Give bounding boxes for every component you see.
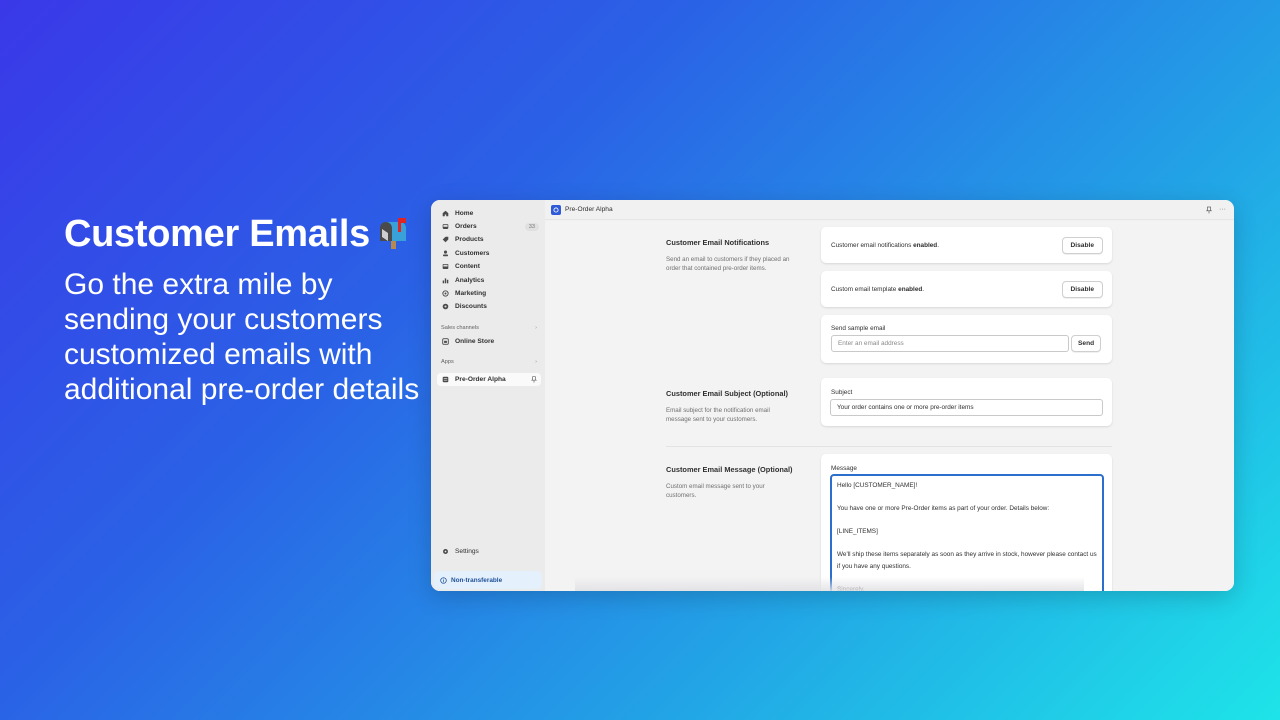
sidebar-item-products[interactable]: Products <box>437 233 541 246</box>
sidebar-item-analytics[interactable]: Analytics <box>437 274 541 287</box>
non-transferable-label: Non-transferable <box>451 576 503 584</box>
message-card: Message Hello [CUSTOMER_NAME]! You have … <box>821 454 1112 591</box>
sidebar-item-settings[interactable]: Settings <box>437 545 541 558</box>
sample-email-label: Send sample email <box>831 325 886 332</box>
sidebar-item-customers[interactable]: Customers <box>437 247 541 260</box>
non-transferable-banner[interactable]: Non-transferable <box>434 571 542 589</box>
subject-section-description: Email subject for the notification email… <box>666 407 770 423</box>
status-prefix: Customer email notifications <box>831 241 912 249</box>
message-label: Message <box>831 465 857 472</box>
main-area: Pre-Order Alpha ··· Customer Email Notif… <box>545 200 1234 591</box>
notifications-section-description: Send an email to customers if they place… <box>666 256 790 272</box>
tag-icon <box>441 236 449 244</box>
sidebar-item-label: Marketing <box>455 290 487 297</box>
sidebar-item-label: Customers <box>455 250 490 257</box>
message-section-description: Custom email message sent to your custom… <box>666 483 765 499</box>
sidebar-item-label: Analytics <box>455 277 485 284</box>
sales-channels-label: Sales channels <box>441 325 479 331</box>
notifications-status-text: Customer email notifications enabled. <box>831 241 939 249</box>
template-prefix: Custom email template <box>831 285 897 293</box>
sidebar-item-label: Content <box>455 263 480 270</box>
notifications-section-title: Customer Email Notifications <box>666 238 770 247</box>
more-options-icon[interactable]: ··· <box>1219 206 1226 213</box>
sample-email-card: Send sample email Enter an email address… <box>821 315 1112 363</box>
bar-chart-icon <box>441 277 449 285</box>
apps-label: Apps <box>441 359 454 365</box>
sample-email-input[interactable]: Enter an email address <box>831 335 1069 352</box>
sidebar-item-content[interactable]: Content <box>437 260 541 273</box>
mailbox-icon <box>376 216 410 250</box>
sidebar-item-label: Pre-Order Alpha <box>455 376 506 383</box>
app-logo-icon <box>551 204 561 215</box>
disable-notifications-button[interactable]: Disable <box>1061 236 1103 254</box>
chevron-right-icon: › <box>535 325 537 331</box>
disable-template-button[interactable]: Disable <box>1061 280 1103 298</box>
hero-description: Go the extra mile by sending your custom… <box>64 268 420 406</box>
message-section-title: Customer Email Message (Optional) <box>666 465 793 474</box>
sidebar-item-pre-order-alpha[interactable]: Pre-Order Alpha <box>437 373 541 386</box>
section-divider <box>666 446 1112 447</box>
pin-icon[interactable] <box>531 376 537 383</box>
sidebar: Home Orders 33 Products Customers Conten… <box>431 200 545 591</box>
app-topbar: Pre-Order Alpha ··· <box>545 200 1234 220</box>
settings-content: Customer Email Notifications Send an ema… <box>545 221 1234 591</box>
template-status-card: Custom email template enabled. Disable <box>821 271 1112 307</box>
sidebar-item-label: Products <box>455 236 484 243</box>
sidebar-item-label: Orders <box>455 223 477 230</box>
chevron-right-icon: › <box>535 359 537 365</box>
app-window: Home Orders 33 Products Customers Conten… <box>431 200 1234 591</box>
inbox-icon <box>441 223 449 231</box>
sidebar-item-discounts[interactable]: Discounts <box>437 300 541 313</box>
status-value: enabled <box>913 241 938 249</box>
sidebar-item-marketing[interactable]: Marketing <box>437 287 541 300</box>
sidebar-item-orders[interactable]: Orders 33 <box>437 220 541 233</box>
template-status-text: Custom email template enabled. <box>831 285 925 293</box>
pin-icon[interactable] <box>1206 206 1212 214</box>
home-icon <box>441 210 449 218</box>
target-icon <box>441 290 449 298</box>
app-icon <box>441 376 449 384</box>
subject-label: Subject <box>831 389 853 396</box>
apps-header[interactable]: Apps › <box>441 359 537 365</box>
sidebar-item-online-store[interactable]: Online Store <box>437 335 541 348</box>
sidebar-item-label: Discounts <box>455 303 487 310</box>
store-icon <box>441 338 449 346</box>
scroll-fade <box>575 577 1084 591</box>
notifications-status-card: Customer email notifications enabled. Di… <box>821 227 1112 263</box>
hero-title-text: Customer Emails <box>64 213 370 255</box>
discount-icon <box>441 303 449 311</box>
orders-count-badge: 33 <box>524 222 539 231</box>
app-title: Pre-Order Alpha <box>565 206 613 213</box>
gear-icon <box>441 548 449 556</box>
subject-input[interactable]: Your order contains one or more pre-orde… <box>830 399 1103 416</box>
message-textarea[interactable]: Hello [CUSTOMER_NAME]! You have one or m… <box>830 474 1104 591</box>
subject-section-title: Customer Email Subject (Optional) <box>666 389 788 398</box>
template-value: enabled <box>898 285 923 293</box>
subject-card: Subject Your order contains one or more … <box>821 378 1112 426</box>
send-sample-button[interactable]: Send <box>1071 335 1102 352</box>
sidebar-item-label: Settings <box>455 548 479 555</box>
sales-channels-header[interactable]: Sales channels › <box>441 325 537 331</box>
hero-title: Customer Emails <box>64 210 424 258</box>
image-icon <box>441 263 449 271</box>
hero-section: Customer Emails Go the extra mile by sen… <box>64 210 424 407</box>
sidebar-item-label: Home <box>455 210 474 217</box>
person-icon <box>441 250 449 258</box>
sidebar-item-label: Online Store <box>455 338 495 345</box>
sidebar-item-home[interactable]: Home <box>437 207 541 220</box>
info-icon <box>440 576 447 584</box>
